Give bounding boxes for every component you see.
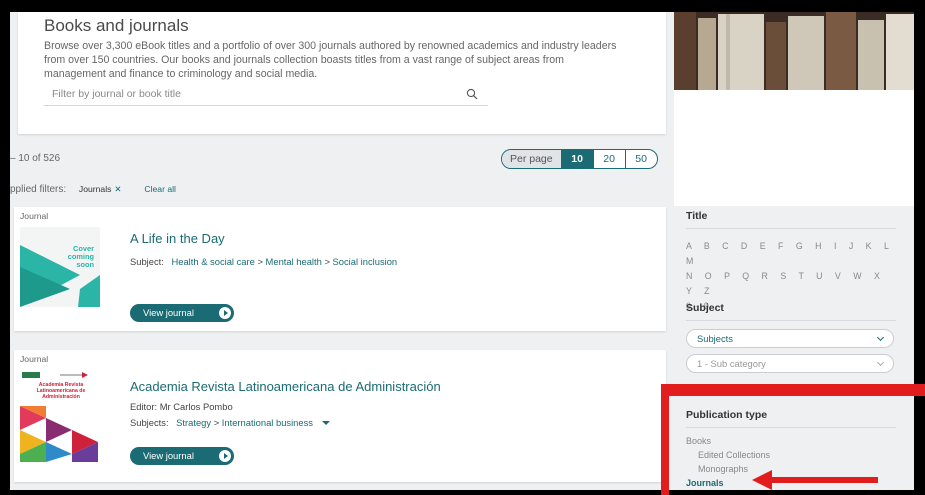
- page-canvas: Books and journals Browse over 3,300 eBo…: [10, 12, 914, 490]
- page-description: Browse over 3,300 eBook titles and a por…: [44, 40, 617, 80]
- cover-title-text: Academia Revista Latinoamericana de Admi…: [36, 382, 86, 400]
- view-journal-button[interactable]: View journal: [130, 304, 234, 322]
- title-filter-input[interactable]: [44, 84, 444, 104]
- sidebar-top-panel: [674, 90, 914, 208]
- chevron-down-icon: [876, 333, 885, 342]
- subject-filter-section: Subject Subjects 1 - Sub category: [686, 302, 914, 373]
- filter-chip-journals[interactable]: Journals ✕: [79, 184, 122, 194]
- filter-chip-label: Journals: [78, 184, 112, 194]
- title-filter-heading: Title: [686, 210, 896, 229]
- applied-filters: pplied filters: Journals ✕ Clear all: [10, 184, 176, 195]
- subject-link[interactable]: Mental health: [266, 256, 322, 267]
- expand-subjects-icon[interactable]: [321, 420, 330, 426]
- result-type: Journal: [20, 354, 49, 364]
- subject-label: Subject:: [130, 256, 164, 267]
- editor-name: Mr Carlos Pombo: [159, 401, 233, 412]
- results-count: – 10 of 526: [10, 153, 61, 164]
- result-editor: Editor: Mr Carlos Pombo: [130, 401, 233, 412]
- subject-select[interactable]: Subjects: [686, 329, 894, 348]
- result-title-link[interactable]: Academia Revista Latinoamericana de Admi…: [130, 379, 441, 394]
- subject-link[interactable]: Health & social care: [171, 256, 254, 267]
- clear-all-link[interactable]: Clear all: [144, 184, 176, 194]
- alphabet-row[interactable]: A B C D E F G H I J K L M: [686, 239, 901, 269]
- books-banner-image: [674, 12, 914, 90]
- per-page-label: Per page: [502, 150, 561, 168]
- result-subjects: Subjects: Strategy > International busin…: [130, 417, 330, 428]
- journal-cover[interactable]: Academia Revista Latinoamericana de Admi…: [20, 370, 100, 462]
- result-type: Journal: [20, 211, 49, 221]
- publication-type-heading: Publication type: [686, 409, 896, 428]
- publication-type-edited-collections[interactable]: Edited Collections: [686, 448, 914, 462]
- result-subjects: Subject: Health & social care > Mental h…: [130, 256, 398, 267]
- publication-type-monographs[interactable]: Monographs: [686, 462, 914, 476]
- result-title-link[interactable]: A Life in the Day: [130, 231, 225, 246]
- play-arrow-icon: [219, 450, 231, 462]
- hero-card: Books and journals Browse over 3,300 eBo…: [18, 12, 666, 134]
- publication-type-section: Publication type Books Edited Collection…: [686, 409, 914, 490]
- publication-type-journals[interactable]: Journals: [686, 476, 914, 490]
- title-filter-section: Title A B C D E F G H I J K L M N O P Q …: [686, 210, 914, 314]
- applied-filters-label: pplied filters:: [10, 184, 67, 195]
- editor-label: Editor:: [130, 401, 158, 412]
- publication-type-books[interactable]: Books: [686, 434, 914, 448]
- view-journal-button[interactable]: View journal: [130, 447, 234, 465]
- page-title: Books and journals: [44, 16, 189, 35]
- subject-select-value: Subjects: [697, 333, 733, 344]
- remove-filter-icon[interactable]: ✕: [114, 184, 121, 194]
- subcategory-select[interactable]: 1 - Sub category: [686, 354, 894, 373]
- search-icon[interactable]: [466, 88, 478, 100]
- view-journal-label: View journal: [143, 307, 194, 318]
- play-arrow-icon: [219, 307, 231, 319]
- result-card: Journal Cover coming soon A Life in the …: [14, 207, 666, 331]
- subject-link[interactable]: Social inclusion: [333, 256, 398, 267]
- subject-filter-heading: Subject: [686, 302, 896, 321]
- view-journal-label: View journal: [143, 450, 194, 461]
- subject-link[interactable]: Strategy: [176, 417, 211, 428]
- alphabet-row[interactable]: N O P Q R S T U V W X Y Z: [686, 269, 901, 299]
- per-page-20[interactable]: 20: [592, 150, 625, 168]
- subject-link[interactable]: International business: [222, 417, 313, 428]
- per-page-10[interactable]: 10: [560, 150, 593, 168]
- title-filter: [44, 84, 488, 106]
- cover-placeholder-text: Cover coming soon: [67, 244, 94, 269]
- result-card: Journal Academia Revista Latinoamericana…: [14, 350, 666, 482]
- subcategory-select-value: 1 - Sub category: [697, 358, 766, 369]
- per-page-50[interactable]: 50: [624, 150, 657, 168]
- journal-cover[interactable]: Cover coming soon: [20, 227, 100, 307]
- subject-label: Subjects:: [130, 417, 169, 428]
- publication-type-list: Books Edited Collections Monographs Jour…: [686, 434, 914, 490]
- chevron-down-icon: [876, 358, 885, 367]
- per-page-selector: Per page 10 20 50: [501, 149, 658, 169]
